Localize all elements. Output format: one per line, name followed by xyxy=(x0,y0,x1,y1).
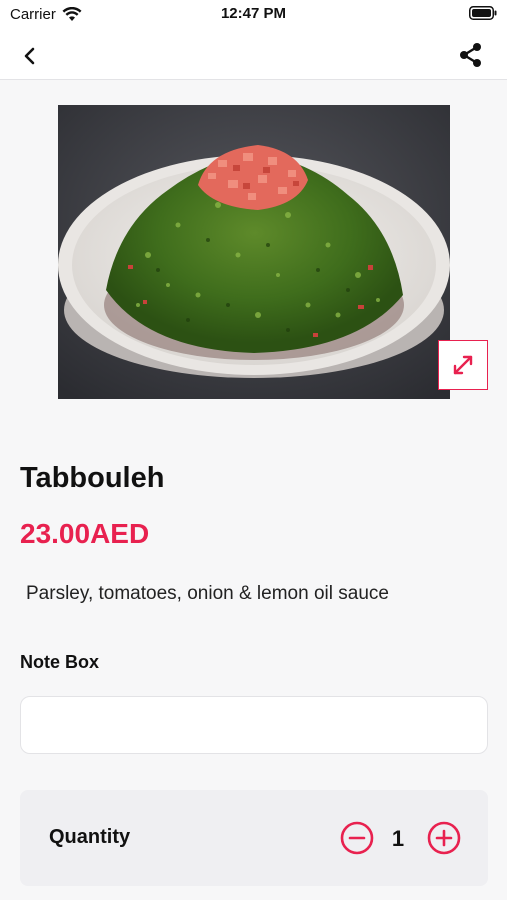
status-time: 12:47 PM xyxy=(220,5,287,22)
increase-quantity-button[interactable] xyxy=(427,821,461,855)
plus-circle-icon xyxy=(427,821,461,855)
product-price: 23.00AED xyxy=(20,518,150,549)
product-description: Parsley, tomatoes, onion & lemon oil sau… xyxy=(26,583,389,604)
minus-circle-icon xyxy=(340,821,374,855)
battery-icon xyxy=(469,6,497,20)
share-button[interactable] xyxy=(455,39,487,71)
expand-arrows-icon xyxy=(453,355,473,375)
product-image[interactable] xyxy=(58,105,450,399)
note-box-input[interactable] xyxy=(20,696,488,754)
note-box-label: Note Box xyxy=(20,652,100,672)
expand-image-button[interactable] xyxy=(438,340,488,390)
decrease-quantity-button[interactable] xyxy=(340,821,374,855)
quantity-value: 1 xyxy=(391,826,405,851)
status-bar: Carrier 12:47 PM xyxy=(0,0,507,30)
back-button[interactable] xyxy=(16,42,44,70)
status-right xyxy=(469,6,497,24)
quantity-card: Quantity 1 xyxy=(20,790,488,886)
tabbouleh-salad-photo xyxy=(58,105,450,399)
product-title: Tabbouleh xyxy=(20,462,165,494)
quantity-label: Quantity xyxy=(49,826,131,848)
share-icon xyxy=(460,43,481,67)
back-chevron-icon xyxy=(24,47,35,65)
navigation-bar xyxy=(0,30,507,80)
